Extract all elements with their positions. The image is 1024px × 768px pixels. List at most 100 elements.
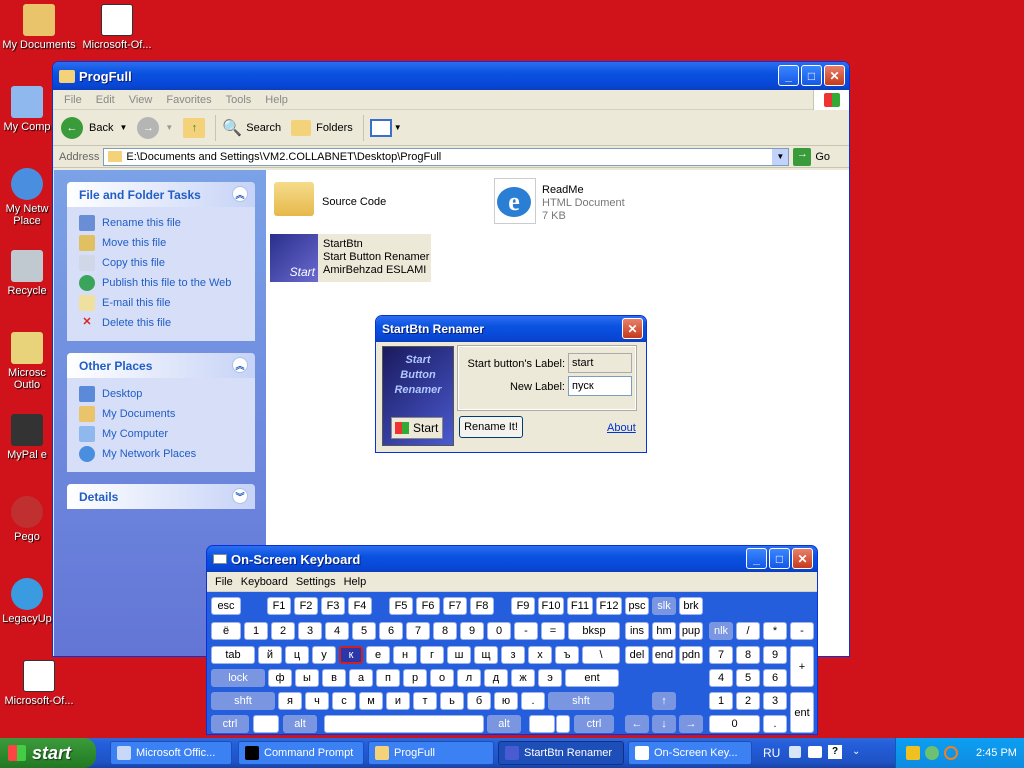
chevron-down-icon[interactable]: ⌄ <box>852 746 860 757</box>
osk-key[interactable]: ж <box>511 669 535 687</box>
osk-key[interactable]: 9 <box>763 646 787 664</box>
folders-button[interactable]: Folders <box>291 119 353 136</box>
clock[interactable]: 2:45 PM <box>976 747 1017 759</box>
up-button[interactable]: ↑ <box>183 117 206 138</box>
pen-icon[interactable] <box>789 746 801 758</box>
network-tray-icon[interactable] <box>925 746 939 760</box>
osk-key[interactable]: + <box>790 646 814 687</box>
osk-key[interactable]: ctrl <box>574 715 614 733</box>
collapse-icon[interactable]: ︽ <box>232 357 248 373</box>
osk-key[interactable]: ь <box>440 692 464 710</box>
taskbar-task-progfull[interactable]: ProgFull <box>368 741 494 765</box>
osk-key[interactable]: 1 <box>709 692 733 710</box>
osk-key[interactable]: alt <box>283 715 317 733</box>
osk-key[interactable]: 9 <box>460 622 484 640</box>
osk-key[interactable]: 0 <box>487 622 511 640</box>
osk-key[interactable]: 2 <box>736 692 760 710</box>
address-dropdown-button[interactable]: ▼ <box>772 148 789 165</box>
windows-key[interactable] <box>253 715 279 733</box>
osk-key[interactable]: ↓ <box>652 715 676 733</box>
osk-key[interactable]: п <box>376 669 400 687</box>
osk-key[interactable]: 6 <box>763 669 787 687</box>
osk-key[interactable]: у <box>312 646 336 664</box>
osk-key[interactable]: ц <box>285 646 309 664</box>
help-icon[interactable]: ? <box>828 745 842 759</box>
task-delete[interactable]: ✕ Delete this file <box>79 313 255 333</box>
menu-favorites[interactable]: Favorites <box>159 94 218 106</box>
file-item-readme[interactable]: e ReadMe HTML Document 7 KB <box>494 178 625 224</box>
osk-key[interactable]: F10 <box>538 597 564 615</box>
search-tray-icon[interactable] <box>944 746 958 760</box>
task-rename[interactable]: Rename this file <box>79 213 255 233</box>
minimize-button[interactable]: _ <box>746 548 767 569</box>
osk-key[interactable]: б <box>467 692 491 710</box>
desktop-icon-my-documents[interactable]: My Documents <box>0 4 78 51</box>
osk-key[interactable]: 5 <box>352 622 376 640</box>
osk-key[interactable]: а <box>349 669 373 687</box>
osk-key[interactable]: ent <box>790 692 814 733</box>
close-button[interactable]: ✕ <box>792 548 813 569</box>
osk-key[interactable]: shft <box>211 692 275 710</box>
osk-key[interactable]: ю <box>494 692 518 710</box>
close-button[interactable]: ✕ <box>824 65 845 86</box>
place-my-computer[interactable]: My Computer <box>79 424 255 444</box>
task-move[interactable]: Move this file <box>79 233 255 253</box>
osk-key[interactable]: 6 <box>379 622 403 640</box>
start-button[interactable]: start <box>0 738 96 768</box>
osk-key[interactable]: з <box>501 646 525 664</box>
desktop-icon-mypal[interactable]: MyPal e <box>0 414 54 461</box>
file-folder-tasks-header[interactable]: File and Folder Tasks ︽ <box>67 182 255 207</box>
desktop-icon-recycle[interactable]: Recycle <box>0 250 54 297</box>
osk-key[interactable]: г <box>420 646 444 664</box>
osk-key[interactable]: ъ <box>555 646 579 664</box>
other-places-header[interactable]: Other Places ︽ <box>67 353 255 378</box>
task-copy[interactable]: Copy this file <box>79 253 255 273</box>
osk-key[interactable]: 8 <box>736 646 760 664</box>
osk-key[interactable]: ↑ <box>652 692 676 710</box>
osk-key[interactable]: psc <box>625 597 649 615</box>
rename-it-button[interactable]: Rename It! <box>459 416 523 438</box>
desktop-icon-office[interactable]: Microsoft-Of... <box>78 4 156 51</box>
osk-key[interactable]: → <box>679 715 703 733</box>
osk-key[interactable]: F4 <box>348 597 372 615</box>
osk-key[interactable]: х <box>528 646 552 664</box>
osk-key[interactable]: . <box>521 692 545 710</box>
osk-key[interactable]: F5 <box>389 597 413 615</box>
osk-key[interactable]: F3 <box>321 597 345 615</box>
place-desktop[interactable]: Desktop <box>79 384 255 404</box>
osk-key[interactable]: я <box>278 692 302 710</box>
osk-key[interactable]: F1 <box>267 597 291 615</box>
osk-key[interactable]: F6 <box>416 597 440 615</box>
desktop-icon-my-computer[interactable]: My Comp <box>0 86 54 133</box>
language-indicator[interactable]: RU <box>763 746 780 760</box>
close-button[interactable]: ✕ <box>622 318 643 339</box>
osk-key[interactable]: \ <box>582 646 620 664</box>
task-email[interactable]: E-mail this file <box>79 293 255 313</box>
keyboard-tray-icon[interactable] <box>808 746 822 758</box>
desktop-icon-network[interactable]: My Netw Place <box>0 168 54 227</box>
osk-key[interactable]: 4 <box>325 622 349 640</box>
details-header[interactable]: Details ︾ <box>67 484 255 509</box>
osk-key[interactable]: д <box>484 669 508 687</box>
osk-key[interactable]: - <box>514 622 538 640</box>
osk-key[interactable]: и <box>386 692 410 710</box>
osk-key[interactable]: alt <box>487 715 521 733</box>
osk-key[interactable]: hm <box>652 622 676 640</box>
osk-key[interactable]: т <box>413 692 437 710</box>
taskbar-task-cmd[interactable]: Command Prompt <box>238 741 364 765</box>
osk-key[interactable]: tab <box>211 646 255 664</box>
osk-key[interactable]: F9 <box>511 597 535 615</box>
osk-key[interactable]: . <box>763 715 787 733</box>
osk-key[interactable]: end <box>652 646 676 664</box>
osk-key[interactable]: й <box>258 646 282 664</box>
menu-keyboard[interactable]: Keyboard <box>237 576 292 588</box>
collapse-icon[interactable]: ︽ <box>232 186 248 202</box>
osk-key[interactable]: del <box>625 646 649 664</box>
desktop-icon-office-2[interactable]: Microsoft-Of... <box>0 660 78 707</box>
osk-key[interactable]: F8 <box>470 597 494 615</box>
osk-key[interactable]: к <box>339 646 363 664</box>
osk-key[interactable]: slk <box>652 597 676 615</box>
expand-icon[interactable]: ︾ <box>232 488 248 504</box>
osk-key[interactable]: в <box>322 669 346 687</box>
shield-icon[interactable] <box>906 746 920 760</box>
